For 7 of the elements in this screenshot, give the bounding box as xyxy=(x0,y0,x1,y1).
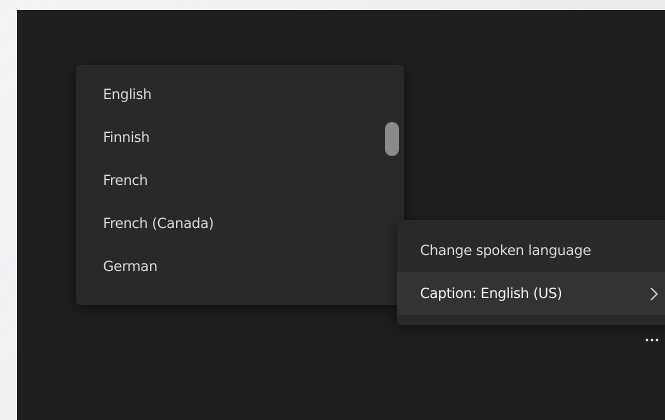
language-option[interactable]: Finnish xyxy=(76,117,404,160)
language-option[interactable]: French xyxy=(76,160,404,203)
menu-item[interactable]: Caption: English (US) xyxy=(397,272,665,315)
language-option[interactable]: English xyxy=(76,74,404,117)
scrollbar-thumb[interactable] xyxy=(385,122,399,156)
more-icon[interactable] xyxy=(645,338,659,342)
menu-item[interactable]: Change spoken language xyxy=(397,229,665,272)
